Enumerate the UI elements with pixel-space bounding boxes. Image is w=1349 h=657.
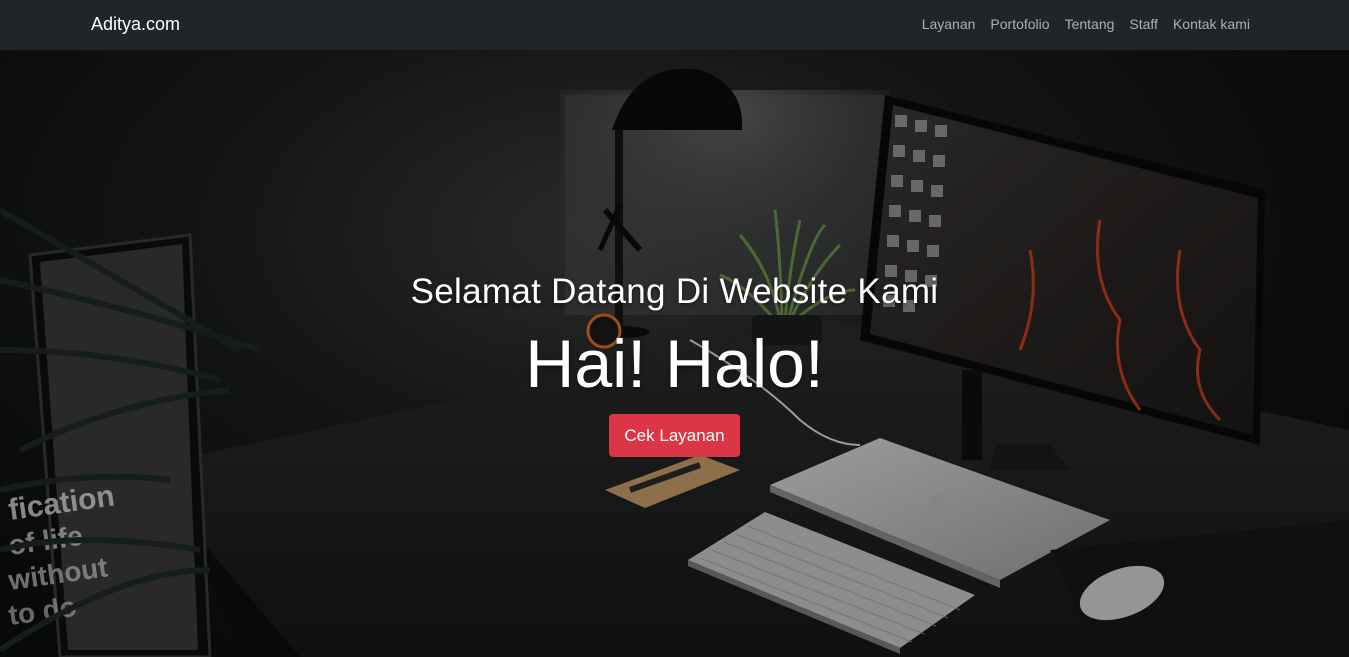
nav-links: Layanan Portofolio Tentang Staff Kontak … xyxy=(922,16,1250,32)
hero-subtitle: Selamat Datang Di Website Kami xyxy=(410,272,939,311)
hero-content: Selamat Datang Di Website Kami Hai! Halo… xyxy=(0,50,1349,657)
hero-title: Hai! Halo! xyxy=(525,326,824,402)
top-navbar: Aditya.com Layanan Portofolio Tentang St… xyxy=(0,0,1349,50)
hero-section: fication of life without to do Selamat D… xyxy=(0,50,1349,657)
nav-link-layanan[interactable]: Layanan xyxy=(922,16,976,32)
nav-link-staff[interactable]: Staff xyxy=(1129,16,1158,32)
nav-link-portofolio[interactable]: Portofolio xyxy=(990,16,1049,32)
brand-logo-link[interactable]: Aditya.com xyxy=(91,14,180,35)
nav-link-kontak-kami[interactable]: Kontak kami xyxy=(1173,16,1250,32)
cek-layanan-button[interactable]: Cek Layanan xyxy=(609,414,740,457)
nav-link-tentang[interactable]: Tentang xyxy=(1065,16,1115,32)
